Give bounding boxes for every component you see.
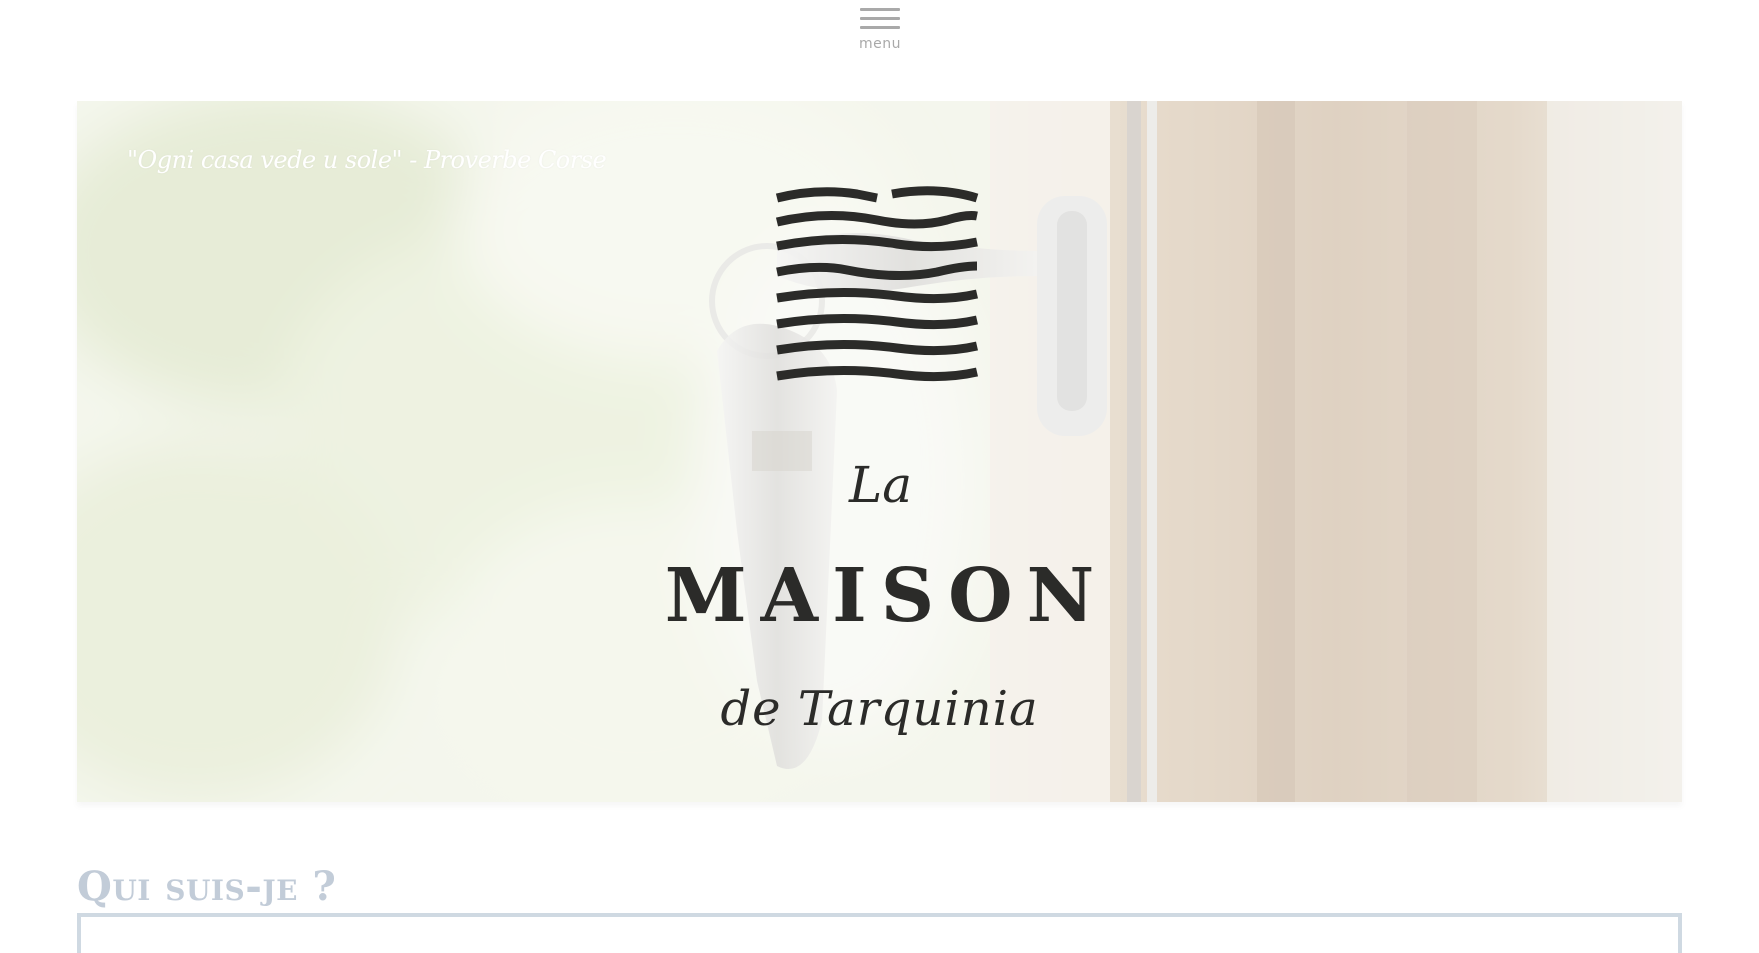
hero-banner: "Ogni casa vede u sole" - Proverbe Corse… [77,101,1682,802]
hamburger-icon [860,8,900,34]
logo-text-tarquinia: de Tarquinia [720,681,1039,737]
waves-logo-icon [775,186,979,382]
menu-label: menu [859,36,901,52]
section-title: Qui suis-je ? [77,863,337,910]
logo-text-maison: MAISON [664,553,1109,639]
logo-text-la: La [848,456,912,514]
hero-quote: "Ogni casa vede u sole" - Proverbe Corse [127,146,607,174]
menu-toggle-button[interactable]: menu [856,8,904,66]
section-content-box [77,913,1682,953]
